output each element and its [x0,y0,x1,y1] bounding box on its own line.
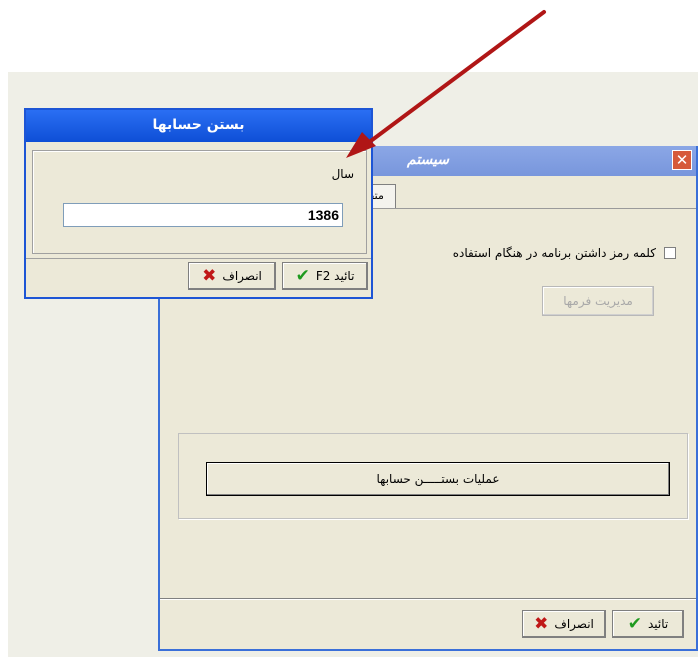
dialog-cancel-label: انصراف [222,269,262,283]
dialog-panel: سال 1386 [32,150,367,254]
year-label: سال [331,167,354,181]
password-checkbox[interactable] [664,247,676,259]
close-icon[interactable]: ✕ [672,150,692,170]
close-accounts-dialog: بستن حسابها سال 1386 تائید F2 ✔ انصراف ✖ [24,108,373,299]
close-accounts-button[interactable]: عملیات بستـــــن حسابها [206,462,670,496]
check-icon: ✔ [295,266,310,286]
dialog-ok-label: تائید F2 [315,269,355,283]
dialog-title: بستن حسابها [152,117,245,133]
ok-button-label: تائید [648,617,669,631]
x-icon: ✖ [534,614,549,634]
dialog-titlebar[interactable]: بستن حسابها [26,110,371,142]
footer-divider [160,598,696,599]
dialog-ok-button[interactable]: تائید F2 ✔ [282,262,368,290]
year-input[interactable]: 1386 [63,203,343,227]
check-icon: ✔ [627,614,642,634]
ok-button[interactable]: تائید ✔ [612,610,684,638]
cancel-button[interactable]: انصراف ✖ [522,610,606,638]
password-option[interactable]: کلمه رمز داشتن برنامه در هنگام استفاده [453,246,676,260]
dialog-divider [26,258,371,259]
x-icon: ✖ [202,266,217,286]
dialog-cancel-button[interactable]: انصراف ✖ [188,262,276,290]
cancel-button-label: انصراف [554,617,594,631]
password-checkbox-label: کلمه رمز داشتن برنامه در هنگام استفاده [452,246,656,260]
form-manage-button[interactable]: مدیریت فرمها [542,286,654,316]
